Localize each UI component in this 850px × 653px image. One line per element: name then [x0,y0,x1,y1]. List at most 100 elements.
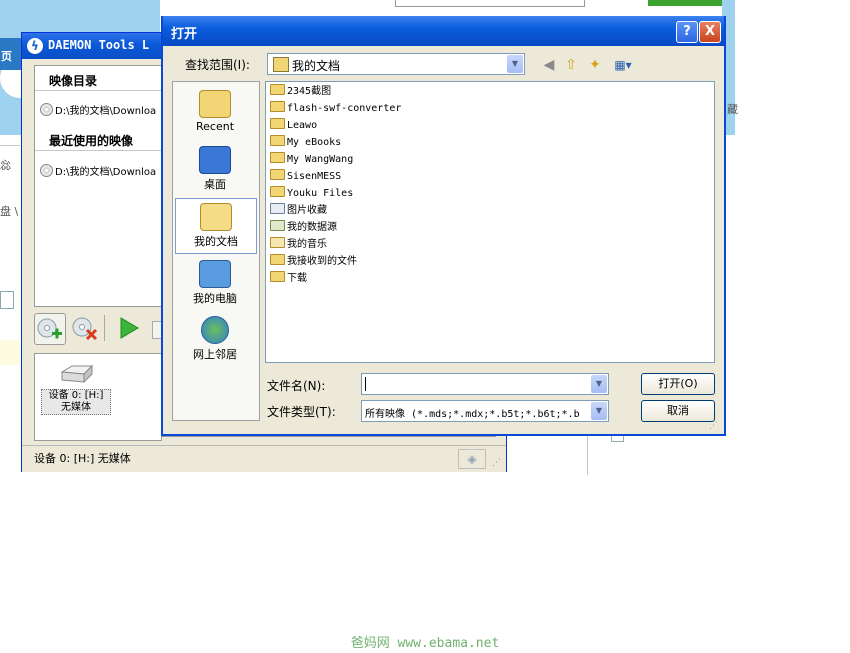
chevron-down-icon: ▼ [507,55,523,73]
chevron-down-icon: ▼ [591,402,607,420]
file-list: 2345截图 flash-swf-converter Leawo My eBoo… [265,81,715,363]
place-label: 桌面 [204,178,226,191]
help-button[interactable]: ? [676,21,698,43]
folder-icon [270,169,285,180]
list-item[interactable]: flash-swf-converter [270,100,401,117]
filename-field[interactable]: ▼ [361,373,609,395]
place-label: Recent [195,120,235,133]
text-caret [365,377,366,391]
add-image-button[interactable] [34,313,66,345]
list-item[interactable]: 我接收到的文件 [270,253,357,270]
background-tab-text: 页 [1,50,12,63]
look-in-label: 查找范围(I): [185,58,250,72]
list-item[interactable]: 2345截图 [270,83,331,100]
file-name: SisenMESS [287,171,342,182]
list-item[interactable]: SisenMESS [270,168,341,185]
picture-folder-icon [270,203,285,214]
virtual-drive-status: 无媒体 [61,402,91,413]
file-name: 2345截图 [287,86,332,97]
places-bar: Recent 桌面 我的文档 我的电脑 网上邻居 [172,81,260,421]
file-name: My WangWang [287,154,354,165]
file-name: 我的数据源 [287,222,337,233]
recent-image-item[interactable]: D:\我的文档\Downloa [40,163,158,178]
daemon-logo-icon: ϟ [27,38,43,54]
list-item[interactable]: Leawo [270,117,317,134]
catalog-image-path: D:\我的文档\Downloa [55,106,157,117]
my-documents-icon [200,203,232,231]
mount-play-button[interactable] [116,315,142,341]
my-documents-icon [273,57,289,72]
catalog-image-item[interactable]: D:\我的文档\Downloa [40,102,158,117]
chevron-down-icon: ▼ [591,375,607,393]
recent-folder-icon [199,90,231,118]
disc-icon [40,103,53,116]
place-my-documents[interactable]: 我的文档 [175,198,257,254]
background-checkbox [611,436,624,442]
music-folder-icon [270,237,285,248]
list-item[interactable]: 下载 [270,270,307,287]
daemon-toolbar [34,311,162,349]
dialog-title: 打开 [171,27,198,42]
view-menu-icon[interactable]: ▦▾ [610,56,636,74]
filetype-dropdown[interactable]: 所有映像 (*.mds;*.mdx;*.b5t;*.b6t;*.b ▼ [361,400,609,422]
resize-grip-icon[interactable]: ⋰ [709,421,719,431]
list-item[interactable]: Youku Files [270,185,353,202]
virtual-drive-icon [60,364,94,384]
list-item[interactable]: My WangWang [270,151,353,168]
cancel-button[interactable]: 取消 [641,400,715,422]
open-file-dialog: 打开 ? X 查找范围(I): 我的文档 ▼ ◀ ⇧ ✦ ▦▾ Recent 桌… [161,16,726,436]
network-globe-icon [201,316,229,344]
virtual-devices-panel: 设备 0: [H:] 无媒体 [34,353,162,441]
device-panel-border [162,436,496,437]
folder-icon [270,118,285,129]
file-name: flash-swf-converter [287,103,402,114]
filetype-label: 文件类型(T): [267,405,336,419]
tray-diamond-icon[interactable]: ◈ [458,449,486,469]
new-folder-icon[interactable]: ✦ [586,56,604,74]
background-divider [587,435,588,475]
list-item[interactable]: 我的数据源 [270,219,337,236]
look-in-dropdown[interactable]: 我的文档 ▼ [267,53,525,75]
back-icon[interactable]: ◀ [540,56,558,74]
play-icon [120,317,139,339]
place-desktop[interactable]: 桌面 [175,142,255,196]
resize-grip-icon[interactable]: ⋰ [492,458,502,468]
place-label: 我的电脑 [193,292,237,305]
remove-image-icon [72,317,98,341]
section-divider [35,90,161,91]
dialog-title-bar[interactable]: 打开 ? X [163,16,724,46]
remove-image-button[interactable] [70,313,100,343]
close-button[interactable]: X [699,21,721,43]
filename-label: 文件名(N): [267,379,326,393]
folder-icon [270,271,285,282]
file-name: 我接收到的文件 [287,256,357,267]
folder-icon [270,186,285,197]
recent-image-path: D:\我的文档\Downloa [55,167,157,178]
background-divider [0,145,20,146]
data-source-folder-icon [270,220,285,231]
place-recent[interactable]: Recent [175,86,255,140]
place-my-computer[interactable]: 我的电脑 [175,256,255,310]
section-divider [35,150,161,151]
file-name: 下载 [287,273,307,284]
open-button[interactable]: 打开(O) [641,373,715,395]
image-catalog-panel: 映像目录 D:\我的文档\Downloa 最近使用的映像 D:\我的文档\Dow… [34,65,162,307]
background-search-box [395,0,585,7]
list-item[interactable]: My eBooks [270,134,341,151]
desktop-icon [199,146,231,174]
folder-icon [270,135,285,146]
place-network[interactable]: 网上邻居 [175,312,255,366]
list-item[interactable]: 图片收藏 [270,202,327,219]
virtual-drive-item[interactable]: 设备 0: [H:] 无媒体 [41,364,111,415]
filetype-value: 所有映像 (*.mds;*.mdx;*.b5t;*.b6t;*.b [365,409,580,420]
folder-icon [270,254,285,265]
image-catalog-heading: 映像目录 [49,74,98,88]
list-item[interactable]: 我的音乐 [270,236,327,253]
background-note [0,340,20,365]
up-folder-icon[interactable]: ⇧ [562,56,580,74]
daemon-window-title: DAEMON Tools L [48,38,150,52]
folder-icon [270,84,285,95]
add-image-icon [37,318,62,339]
place-label: 网上邻居 [193,348,237,361]
watermark-text: 爸妈网 www.ebama.net [350,636,500,651]
